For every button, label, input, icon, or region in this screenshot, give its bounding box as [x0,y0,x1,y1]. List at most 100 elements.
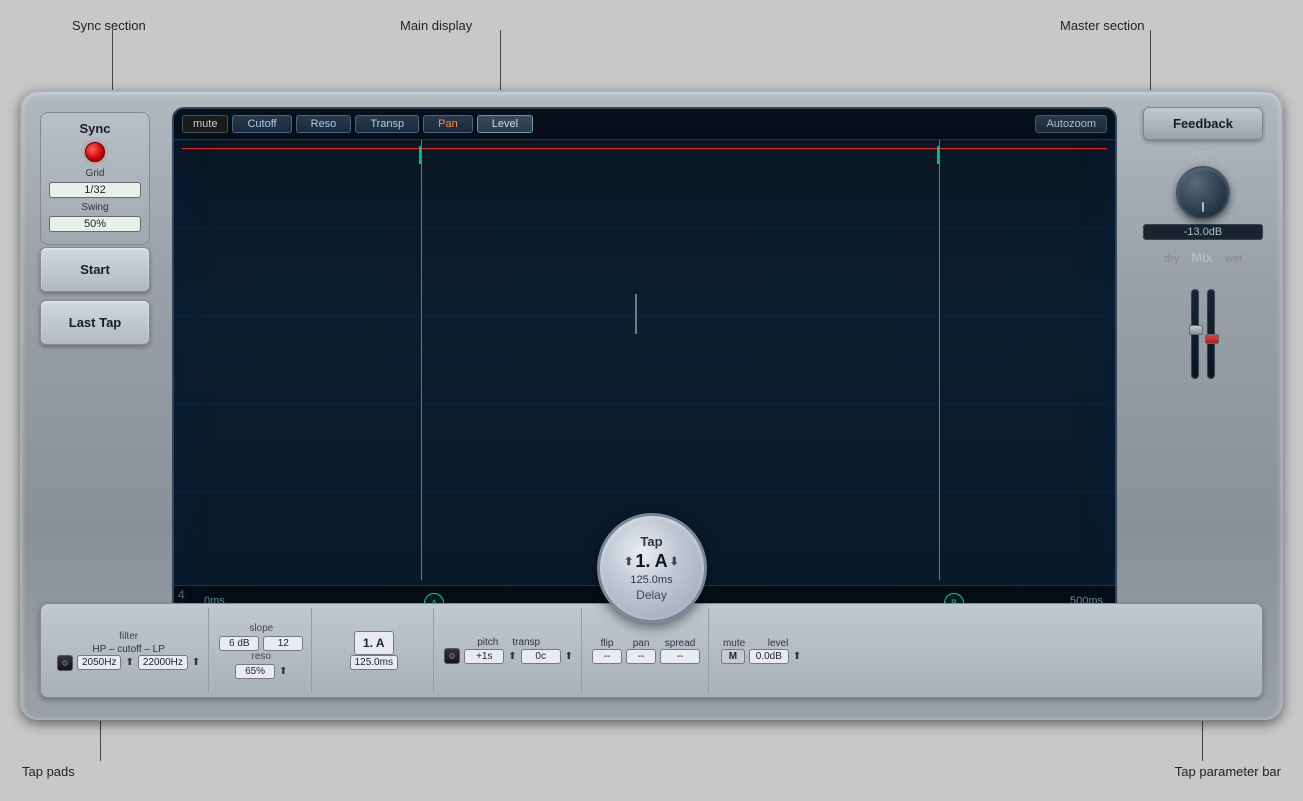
pitch-power-dot [449,653,455,659]
mix-title: Mix [1191,250,1213,265]
tap-circle-top-label: Tap [640,534,662,549]
mute-button[interactable]: mute [182,115,228,133]
tap-circle-bottom-label: Delay [636,588,667,602]
tap-circle-value-text: 1. A [635,551,667,572]
tab-reso[interactable]: Reso [296,115,352,133]
tab-pan[interactable]: Pan [423,115,473,133]
spread-label: spread [660,638,700,649]
main-display-annotation: Main display [400,18,472,33]
sync-title: Sync [49,121,141,136]
transp-label: transp [512,637,540,648]
slope-db-value[interactable]: 6 dB [219,636,259,651]
mute-btn[interactable]: M [721,649,745,664]
filter-power[interactable] [57,655,73,671]
display-toolbar: mute Cutoff Reso Transp Pan Level Autozo… [174,109,1115,140]
flip-value[interactable]: -- [592,649,622,664]
mute-level-values: M 0.0dB ⬆ [721,649,801,664]
fps-header: flip pan spread [592,638,700,649]
plugin-container: Sync Grid 1/32 Swing 50% Start Last Tap … [20,90,1283,720]
sync-section: Sync Grid 1/32 Swing 50% [40,112,150,245]
slope-group: slope 6 dB 12 reso 65% ⬆ [211,608,312,693]
filter-label: filter [119,631,138,642]
wet-slider-thumb [1205,334,1219,344]
flip-label: flip [592,638,622,649]
master-annotation-line [1150,30,1151,95]
grid-line-3 [174,404,1115,405]
pan-label: pan [626,638,656,649]
dry-slider[interactable] [1191,289,1199,379]
lp-value[interactable]: 22000Hz [138,655,188,670]
pitch-power[interactable] [444,648,460,664]
tab-cutoff[interactable]: Cutoff [232,115,291,133]
reso-arrow: ⬆ [279,666,287,677]
sync-led[interactable] [85,142,105,162]
feedback-button[interactable]: Feedback [1143,107,1263,140]
mute-label: mute [719,638,749,649]
tap-circle-value: ⬆ 1. A ⬇ [624,551,679,572]
slope-num-value[interactable]: 12 [263,636,303,651]
sync-section-annotation: Sync section [72,18,146,33]
dry-slider-thumb [1189,325,1203,335]
master-section: Feedback Tap A -13.0dB dry Mix wet [1143,107,1263,379]
feedback-value: -13.0dB [1143,224,1263,240]
pitch-value[interactable]: +1s [464,649,504,664]
vert-line-b [939,140,940,580]
tap-ms-value[interactable]: 125.0ms [350,655,398,670]
tap-parameter-bar-annotation: Tap parameter bar [1175,764,1281,779]
mute-level-group: mute level M 0.0dB ⬆ [711,608,811,693]
wet-slider[interactable] [1207,289,1215,379]
master-section-annotation: Master section [1060,18,1145,33]
mix-dry-label: dry [1164,253,1179,265]
filter-arrow: ⬆ [125,657,133,668]
filter-arrow2: ⬆ [192,657,200,668]
pan-value[interactable]: -- [626,649,656,664]
tab-level[interactable]: Level [477,115,533,133]
pitch-group: pitch transp +1s ⬆ 0c ⬆ [436,608,582,693]
reso-label: reso [252,651,271,662]
level-label: level [753,638,803,649]
reso-value[interactable]: 65% [235,664,275,679]
hp-value[interactable]: 2050Hz [77,655,121,670]
pitch-header: pitch transp [477,637,540,648]
feedback-knob[interactable] [1176,166,1230,220]
autozoom-button[interactable]: Autozoom [1035,115,1107,133]
filter-type: HP – cutoff – LP [92,644,164,655]
mix-wet-label: wet [1225,253,1242,265]
tap-a-label: Tap A [1143,148,1263,160]
last-tap-button[interactable]: Last Tap [40,300,150,345]
grid-value[interactable]: 1/32 [49,182,141,198]
filter-group: filter HP – cutoff – LP 2050Hz ⬆ 22000Hz… [49,608,209,693]
mix-header: dry Mix wet [1164,250,1242,265]
tap-delay-circle[interactable]: Tap ⬆ 1. A ⬇ 125.0ms Delay [597,513,707,623]
tap-pads-annotation: Tap pads [22,764,75,779]
transp-value[interactable]: 0c [521,649,561,664]
grid-line-4 [174,492,1115,493]
pitch-sub-row: +1s ⬆ 0c ⬆ [444,648,573,664]
swing-label: Swing [49,202,141,213]
spread-value[interactable]: -- [660,649,700,664]
pitch-arrow: ⬆ [508,651,516,662]
tap-id-value[interactable]: 1. A [354,631,394,655]
vert-line-a [421,140,422,580]
tap-param-annotation-line [1202,721,1203,761]
transp-arrow: ⬆ [565,651,573,662]
filter-power-dot [62,660,68,666]
tap-pad-buttons: Start Last Tap [40,247,150,345]
fps-values: -- -- -- [592,649,700,664]
knob-indicator [1202,202,1204,212]
tab-transp[interactable]: Transp [355,115,419,133]
grid-line-1 [174,228,1115,229]
level-value[interactable]: 0.0dB [749,649,789,664]
slope-sub-row: 6 dB 12 [219,636,303,651]
mute-level-header: mute level [719,638,803,649]
mix-section: dry Mix wet [1143,250,1263,379]
grid-line-2 [174,316,1115,317]
reso-sub-row: 65% ⬆ [235,664,287,679]
swing-value[interactable]: 50% [49,216,141,232]
tap-circle-ms: 125.0ms [630,574,672,586]
tap-arrow-right: ⬇ [670,555,679,568]
level-arrow: ⬆ [793,651,801,662]
cursor-indicator [635,294,637,334]
grid-label: Grid [49,168,141,179]
start-button[interactable]: Start [40,247,150,292]
